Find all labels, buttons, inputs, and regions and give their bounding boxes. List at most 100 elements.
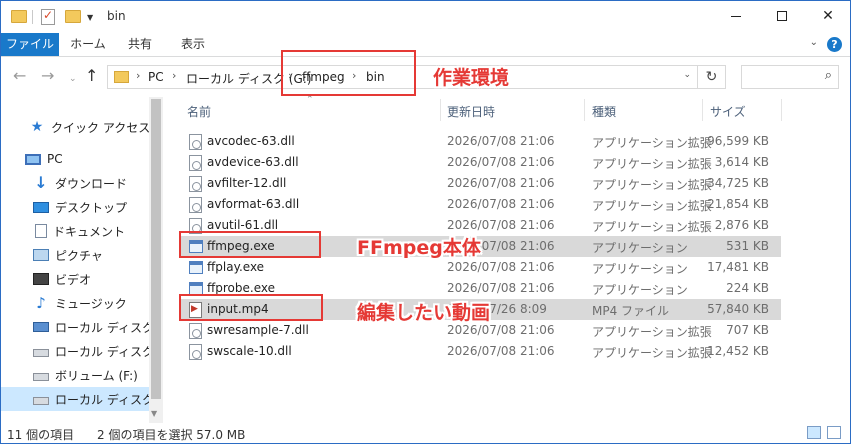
- scroll-down-icon[interactable]: ▼: [151, 409, 157, 418]
- sidebar-item-pc[interactable]: PC: [1, 147, 149, 171]
- folder-icon: [114, 71, 129, 83]
- sidebar-item-desktop[interactable]: デスクトップ: [1, 195, 149, 219]
- column-divider[interactable]: [702, 99, 703, 121]
- minimize-button[interactable]: [713, 1, 759, 31]
- sidebar-item-music[interactable]: ♪ ミュージック: [1, 291, 149, 315]
- file-type: アプリケーション拡張: [592, 346, 712, 360]
- tab-share[interactable]: 共有: [117, 33, 163, 56]
- close-button[interactable]: ✕: [805, 1, 851, 31]
- file-size: 12,452 KB: [707, 344, 769, 358]
- file-date: 2026/07/08 21:06: [447, 323, 555, 337]
- sidebar-item-label: クイック アクセス: [51, 120, 151, 135]
- dll-file-icon: [189, 155, 202, 171]
- file-row[interactable]: avdevice-63.dll 2026/07/08 21:06 アプリケーショ…: [179, 152, 781, 173]
- file-type: MP4 ファイル: [592, 304, 670, 318]
- file-name: ffplay.exe: [207, 260, 265, 274]
- search-icon: ⌕: [824, 68, 832, 83]
- column-divider[interactable]: [781, 99, 782, 121]
- chevron-down-icon[interactable]: ⌄: [810, 37, 818, 48]
- sidebar-item-drive-g[interactable]: ローカル ディスク (G:): [1, 387, 181, 411]
- details-view-icon[interactable]: [807, 426, 821, 439]
- up-arrow-icon[interactable]: ↑: [85, 67, 98, 85]
- sidebar-item-label: ビデオ: [55, 272, 92, 287]
- drive-icon: [33, 348, 49, 357]
- search-input[interactable]: ⌕: [741, 65, 839, 89]
- column-divider[interactable]: [440, 99, 441, 121]
- annotation-ffmpeg-body: FFmpeg本体: [357, 237, 481, 259]
- close-icon: ✕: [822, 8, 834, 24]
- column-header-type[interactable]: 種類: [592, 103, 616, 120]
- desktop-icon: [33, 201, 49, 213]
- music-icon: ♪: [36, 294, 46, 312]
- forward-arrow-icon[interactable]: →: [41, 67, 54, 85]
- scrollbar-thumb[interactable]: [151, 99, 161, 399]
- chevron-right-icon[interactable]: ›: [136, 69, 140, 82]
- file-size: 21,854 KB: [707, 197, 769, 211]
- sidebar-item-downloads[interactable]: ↓ ダウンロード: [1, 171, 149, 195]
- back-arrow-icon[interactable]: ←: [13, 67, 26, 85]
- sort-ascending-icon: ⌃: [306, 95, 314, 105]
- sidebar-scrollbar[interactable]: ▼: [149, 97, 163, 423]
- file-row[interactable]: avfilter-12.dll 2026/07/08 21:06 アプリケーショ…: [179, 173, 781, 194]
- file-name: avfilter-12.dll: [207, 176, 287, 190]
- tab-file[interactable]: ファイル: [1, 33, 59, 56]
- maximize-icon: [777, 11, 787, 21]
- file-type: アプリケーション拡張: [592, 136, 712, 150]
- divider: [32, 10, 33, 24]
- annotation-work-env: 作業環境: [433, 67, 510, 89]
- recent-locations-icon[interactable]: ⌄: [69, 70, 77, 88]
- explorer-window: ▼ bin ✕ ファイル ホーム 共有 表示 ⌄ ? ← → ⌄ ↑ › PC …: [0, 0, 851, 444]
- file-type: アプリケーション: [592, 262, 688, 276]
- file-name: ffprobe.exe: [207, 281, 275, 295]
- navigation-bar: ← → ⌄ ↑ › PC › ローカル ディスク (G:) › ffmpeg ›…: [1, 57, 850, 97]
- window-title: bin: [107, 9, 126, 23]
- file-date: 2026/07/08 21:06: [447, 155, 555, 169]
- file-type: アプリケーション: [592, 283, 688, 297]
- chevron-right-icon[interactable]: ›: [172, 69, 176, 82]
- maximize-button[interactable]: [759, 1, 805, 31]
- sidebar-item-volume-f[interactable]: ボリューム (F:): [1, 363, 149, 387]
- tab-view[interactable]: 表示: [167, 33, 219, 56]
- chevron-down-icon[interactable]: ⌄: [683, 70, 691, 80]
- file-name: avformat-63.dll: [207, 197, 300, 211]
- document-icon: [35, 224, 47, 238]
- sidebar-item-pictures[interactable]: ピクチャ: [1, 243, 149, 267]
- sidebar-item-quick-access[interactable]: ★ クイック アクセス: [1, 115, 151, 139]
- file-type: アプリケーション拡張: [592, 325, 712, 339]
- sidebar-item-drive-c[interactable]: ローカル ディスク (C:): [1, 315, 180, 339]
- star-icon: ★: [30, 119, 44, 135]
- file-list: 名前 ⌃ 更新日時 種類 サイズ avcodec-63.dll 2026/07/…: [163, 95, 850, 423]
- file-row[interactable]: avcodec-63.dll 2026/07/08 21:06 アプリケーション…: [179, 131, 781, 152]
- sidebar-item-videos[interactable]: ビデオ: [1, 267, 149, 291]
- dll-file-icon: [189, 323, 202, 339]
- breadcrumb-pc[interactable]: PC: [148, 70, 164, 84]
- file-row[interactable]: swscale-10.dll 2026/07/08 21:06 アプリケーション…: [179, 341, 781, 362]
- file-name: avcodec-63.dll: [207, 134, 295, 148]
- sidebar-item-documents[interactable]: ドキュメント: [1, 219, 149, 243]
- refresh-button[interactable]: ↻: [698, 65, 726, 89]
- file-row[interactable]: ffplay.exe 2026/07/08 21:06 アプリケーション 17,…: [179, 257, 781, 278]
- properties-icon[interactable]: [41, 8, 55, 25]
- dll-file-icon: [189, 134, 202, 150]
- annotation-video-to-edit: 編集したい動画: [357, 302, 491, 324]
- column-header-size[interactable]: サイズ: [710, 103, 746, 120]
- file-date: 2026/07/08 21:06: [447, 197, 555, 211]
- file-type: アプリケーション拡張: [592, 178, 712, 192]
- tab-home[interactable]: ホーム: [63, 33, 113, 56]
- new-folder-icon[interactable]: [65, 10, 81, 23]
- file-size: 707 KB: [726, 323, 769, 337]
- column-header-date[interactable]: 更新日時: [447, 103, 495, 120]
- file-name: swresample-7.dll: [207, 323, 309, 337]
- file-date: 2026/07/08 21:06: [447, 344, 555, 358]
- windows-drive-icon: [33, 322, 49, 332]
- help-button[interactable]: ?: [827, 37, 842, 52]
- column-divider[interactable]: [584, 99, 585, 121]
- column-header-name[interactable]: 名前: [187, 103, 211, 120]
- file-row[interactable]: avformat-63.dll 2026/07/08 21:06 アプリケーショ…: [179, 194, 781, 215]
- customize-toolbar-icon[interactable]: ▼: [87, 13, 93, 22]
- sidebar-item-label: ダウンロード: [55, 176, 128, 191]
- sidebar-item-drive-d[interactable]: ローカル ディスク (D:): [1, 339, 180, 363]
- large-icons-view-icon[interactable]: [827, 426, 841, 439]
- minimize-icon: [731, 15, 741, 17]
- dll-file-icon: [189, 176, 202, 192]
